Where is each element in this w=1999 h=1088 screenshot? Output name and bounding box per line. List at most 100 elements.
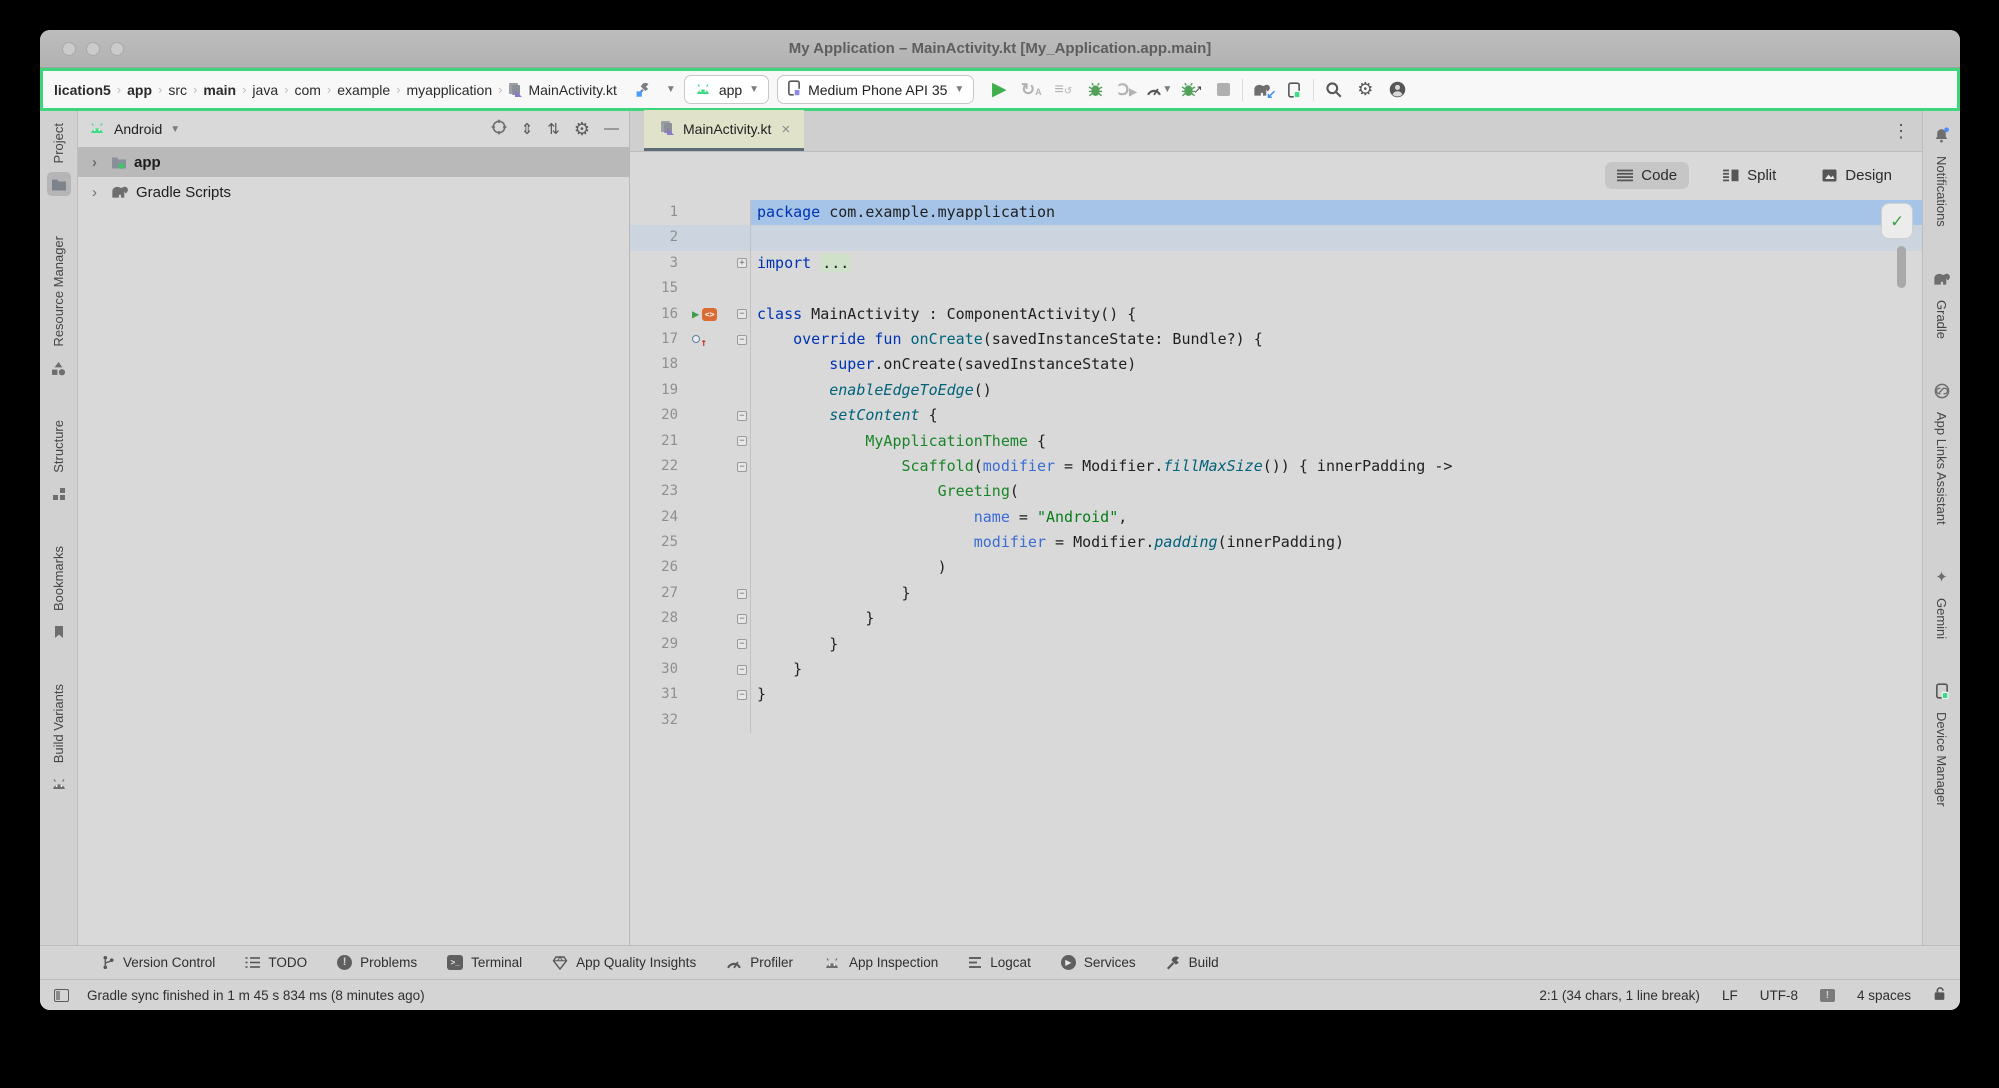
run-button[interactable]: ▶ [984,76,1014,104]
code-line-32[interactable]: 32 [630,708,1922,733]
code-line-24[interactable]: 24 name = "Android", [630,505,1922,530]
fold-marker-icon[interactable]: − [737,411,747,421]
fold-marker-icon[interactable]: − [737,436,747,446]
fold-marker-icon[interactable]: − [737,690,747,700]
toolwindow-button-app-quality-insights[interactable]: App Quality Insights [552,955,696,970]
layout-widget-icon[interactable] [54,989,69,1002]
tool-strip-tab-build-variants[interactable]: Build Variants [47,684,71,796]
fold-marker-icon[interactable]: − [737,639,747,649]
toolwindow-button-terminal[interactable]: >_Terminal [447,955,522,970]
code-line-20[interactable]: 20− setContent { [630,403,1922,428]
tool-strip-tab-resource-manager[interactable]: Resource Manager [47,236,71,380]
code-line-2[interactable]: 2 [630,225,1922,250]
highlight-level-icon[interactable]: ! [1820,989,1835,1002]
target-button[interactable] [491,119,507,140]
tool-strip-tab-app-links-assistant[interactable]: App Links Assistant [1930,379,1954,525]
fold-marker-icon[interactable]: − [737,462,747,472]
fold-marker-icon[interactable]: − [737,665,747,675]
breadcrumb-item-app[interactable]: app [124,82,155,98]
code-line-29[interactable]: 29− } [630,632,1922,657]
run-gutter-icon[interactable]: ▶ [692,302,699,327]
fold-marker-icon[interactable]: + [737,258,747,268]
code-line-25[interactable]: 25 modifier = Modifier.padding(innerPadd… [630,530,1922,555]
toolwindow-button-profiler[interactable]: Profiler [726,955,793,970]
chevron-right-icon[interactable]: › [92,184,104,201]
compose-gutter-icon[interactable]: <> [702,308,717,321]
code-line-19[interactable]: 19 enableEdgeToEdge() [630,378,1922,403]
inspections-ok-icon[interactable]: ✓ [1882,204,1912,238]
hammer-blue-icon[interactable] [634,81,651,98]
minus-button[interactable]: — [604,120,619,138]
build-variant-dropdown-icon[interactable]: ▼ [666,84,676,95]
code-line-1[interactable]: 1package com.example.myapplication [630,200,1922,225]
restart-button[interactable]: ↻A [1016,76,1046,104]
breadcrumb-item-MainActivity.kt[interactable]: MainActivity.kt [505,82,619,98]
toolwindow-button-logcat[interactable]: Logcat [968,955,1031,970]
lock-icon[interactable] [1933,986,1946,1001]
mode-button-design[interactable]: Design [1810,162,1904,189]
toolwindow-button-version-control[interactable]: Version Control [102,955,215,970]
gear-button[interactable]: ⚙ [1350,76,1380,104]
tree-item-gradle-scripts[interactable]: ›Gradle Scripts [78,177,629,207]
code-line-3[interactable]: 3+import ... [630,251,1922,276]
readonly-lock-icon[interactable] [1933,986,1946,1004]
breadcrumb-item-myapplication[interactable]: myapplication [404,82,496,98]
mode-button-split[interactable]: Split [1711,162,1788,189]
code-line-16[interactable]: 16▶<>−class MainActivity : ComponentActi… [630,302,1922,327]
fold-marker-icon[interactable]: − [737,335,747,345]
code-line-27[interactable]: 27− } [630,581,1922,606]
tab-options-icon[interactable]: ⋮ [1892,121,1910,142]
toolwindow-button-services[interactable]: ▶Services [1061,955,1136,970]
caret-position[interactable]: 2:1 (34 chars, 1 line break) [1539,988,1700,1003]
tool-strip-tab-gradle[interactable]: Gradle [1930,267,1954,339]
indent-setting[interactable]: 4 spaces [1857,988,1911,1003]
fold-marker-icon[interactable]: − [737,589,747,599]
code-editor[interactable]: 1package com.example.myapplication23+imp… [630,198,1922,945]
fold-marker-icon[interactable]: − [737,309,747,319]
code-line-18[interactable]: 18 super.onCreate(savedInstanceState) [630,352,1922,377]
override-gutter-icon[interactable]: ↑ [692,333,705,346]
mode-button-code[interactable]: Code [1605,162,1689,189]
tool-strip-tab-device-manager[interactable]: Device Manager [1930,679,1954,807]
tree-item-app[interactable]: ›app [78,147,629,177]
editor-scrollbar[interactable] [1897,246,1906,288]
code-line-15[interactable]: 15 [630,276,1922,301]
file-encoding[interactable]: UTF-8 [1760,988,1798,1003]
toolwindow-button-app-inspection[interactable]: App Inspection [823,955,938,970]
attach-button[interactable]: Ↄ▶ [1112,76,1142,104]
account-button[interactable] [1382,76,1412,104]
code-line-31[interactable]: 31−} [630,682,1922,707]
gauge-button[interactable]: ▼ [1144,76,1174,104]
code-line-28[interactable]: 28− } [630,606,1922,631]
expand-button[interactable]: ⇅ [547,120,560,139]
collapse-button[interactable]: ⇕ [521,120,534,139]
project-view-select[interactable]: Android ▼ [88,121,180,137]
chevron-right-icon[interactable]: › [92,154,104,171]
code-line-21[interactable]: 21− MyApplicationTheme { [630,429,1922,454]
build-variant-icon[interactable] [628,76,658,104]
debug-button[interactable] [1080,76,1110,104]
code-line-17[interactable]: 17↑− override fun onCreate(savedInstance… [630,327,1922,352]
search-button[interactable] [1318,76,1348,104]
editor-tab-mainactivity[interactable]: MainActivity.kt × [644,110,804,151]
profile-bug-button[interactable]: ↗ [1176,76,1206,104]
device-select[interactable]: Medium Phone API 35 ▼ [777,75,974,104]
tool-strip-tab-project[interactable]: Project [47,123,71,196]
fold-marker-icon[interactable]: − [737,614,747,624]
code-line-26[interactable]: 26 ) [630,555,1922,580]
gear-button[interactable]: ⚙ [574,119,590,140]
stop-button[interactable] [1208,76,1238,104]
phone-android-button[interactable] [1279,76,1309,104]
breadcrumb-item-main[interactable]: main [200,82,239,98]
toolwindow-button-problems[interactable]: !Problems [337,955,417,970]
apply-code-button[interactable]: ≡↺ [1048,76,1078,104]
tool-strip-tab-bookmarks[interactable]: Bookmarks [47,546,71,644]
breadcrumb-item-com[interactable]: com [291,82,323,98]
code-line-30[interactable]: 30− } [630,657,1922,682]
code-line-22[interactable]: 22− Scaffold(modifier = Modifier.fillMax… [630,454,1922,479]
toolwindow-button-todo[interactable]: TODO [245,955,307,970]
breadcrumb-item-src[interactable]: src [165,82,190,98]
tool-strip-tab-notifications[interactable]: Notifications [1930,123,1954,227]
code-line-23[interactable]: 23 Greeting( [630,479,1922,504]
tool-strip-tab-structure[interactable]: Structure [47,420,71,506]
